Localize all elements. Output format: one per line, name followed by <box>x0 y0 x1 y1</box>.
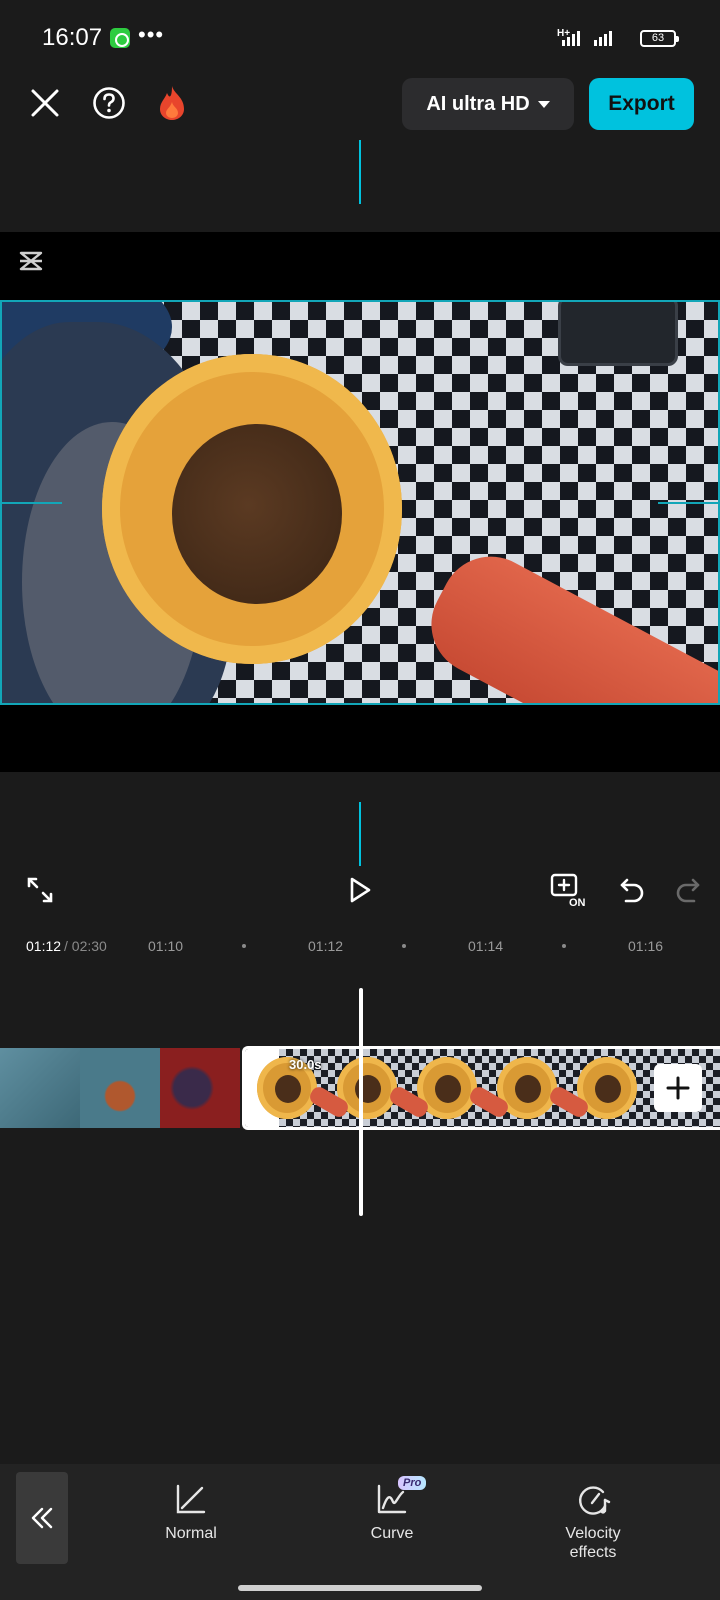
fullscreen-button[interactable] <box>20 870 60 910</box>
close-button[interactable] <box>26 84 64 122</box>
speed-curve-label: Curve <box>370 1525 414 1542</box>
speed-curve-button[interactable]: Pro Curve <box>332 1476 452 1543</box>
clip-thumbnail <box>160 1048 240 1128</box>
speed-panel: Normal Pro Curve Velocity effects <box>0 1464 720 1600</box>
keyframe-on-icon: ON <box>550 873 586 908</box>
redo-button[interactable] <box>668 870 708 910</box>
video-frame[interactable] <box>0 300 720 705</box>
undo-icon <box>620 878 644 903</box>
velocity-label-line2: effects <box>569 1544 617 1561</box>
play-icon <box>350 877 371 903</box>
ruler-tick: 01:12 <box>308 938 344 954</box>
playback-controls: ON <box>0 860 720 920</box>
playhead[interactable] <box>359 988 363 1216</box>
selected-clip[interactable]: 30.0s <box>242 1046 720 1130</box>
speed-normal-button[interactable]: Normal <box>131 1482 251 1543</box>
velocity-label-line1: Velocity <box>565 1525 621 1542</box>
status-bar: 16:07 ••• H+ 63 <box>0 0 720 78</box>
chevron-down-icon <box>537 100 550 108</box>
ruler-tick: 01:10 <box>148 938 184 954</box>
add-clip-button[interactable] <box>654 1064 702 1112</box>
video-preview[interactable] <box>0 232 720 772</box>
ruler-dot <box>402 944 406 948</box>
svg-text:ON: ON <box>569 897 586 908</box>
scene-bowl <box>102 354 402 664</box>
fire-button[interactable] <box>152 82 192 124</box>
fire-icon <box>160 86 184 120</box>
keyframe-toggle-button[interactable]: ON <box>548 870 588 910</box>
plus-icon <box>666 1076 690 1100</box>
center-guide-bottom <box>359 802 361 866</box>
speed-normal-label: Normal <box>165 1525 217 1542</box>
close-icon <box>31 89 59 117</box>
signal-icon <box>562 30 580 46</box>
current-time: 01:12 <box>26 938 62 954</box>
ruler-tick: 01:14 <box>468 938 504 954</box>
more-notifications-icon: ••• <box>138 22 165 47</box>
redo-icon <box>676 878 700 903</box>
help-icon <box>93 87 125 119</box>
whatsapp-icon <box>110 28 130 48</box>
undo-button[interactable] <box>612 870 652 910</box>
fullscreen-icon <box>27 877 53 903</box>
back-button[interactable] <box>16 1472 68 1564</box>
scene-dish <box>558 302 678 366</box>
normal-speed-icon <box>176 1484 206 1514</box>
pro-badge: Pro <box>398 1476 427 1490</box>
clip-thumbnail <box>0 1048 80 1128</box>
velocity-effects-label: Velocity effects <box>565 1524 620 1562</box>
frame-center-mark-left <box>2 502 62 504</box>
center-guide-top <box>359 140 361 204</box>
signal-icon-2 <box>594 30 612 46</box>
velocity-effects-button[interactable]: Velocity effects <box>533 1482 653 1562</box>
resolution-label: AI ultra HD <box>426 92 530 115</box>
status-time: 16:07 <box>42 24 103 51</box>
double-chevron-left-icon <box>31 1507 53 1529</box>
previous-clip[interactable] <box>0 1048 240 1128</box>
ruler-dot <box>242 944 246 948</box>
capcut-logo-icon <box>19 251 43 271</box>
home-indicator[interactable] <box>238 1585 482 1591</box>
help-button[interactable] <box>90 84 128 122</box>
scene-bottle <box>413 539 718 703</box>
time-ruler[interactable]: 01:12 / 02:30 01:10 01:12 01:14 01:16 <box>0 928 720 964</box>
frame-center-mark-right <box>658 502 718 504</box>
export-button[interactable]: Export <box>589 78 694 130</box>
resolution-dropdown[interactable]: AI ultra HD <box>402 78 574 130</box>
clip-thumbnail <box>80 1048 160 1128</box>
clip-duration: 30.0s <box>289 1057 322 1072</box>
ruler-dot <box>562 944 566 948</box>
battery-icon: 63 <box>640 30 679 47</box>
velocity-gauge-icon <box>579 1486 611 1515</box>
play-button[interactable] <box>340 870 380 910</box>
total-time: / 02:30 <box>64 938 107 954</box>
ruler-tick: 01:16 <box>628 938 664 954</box>
